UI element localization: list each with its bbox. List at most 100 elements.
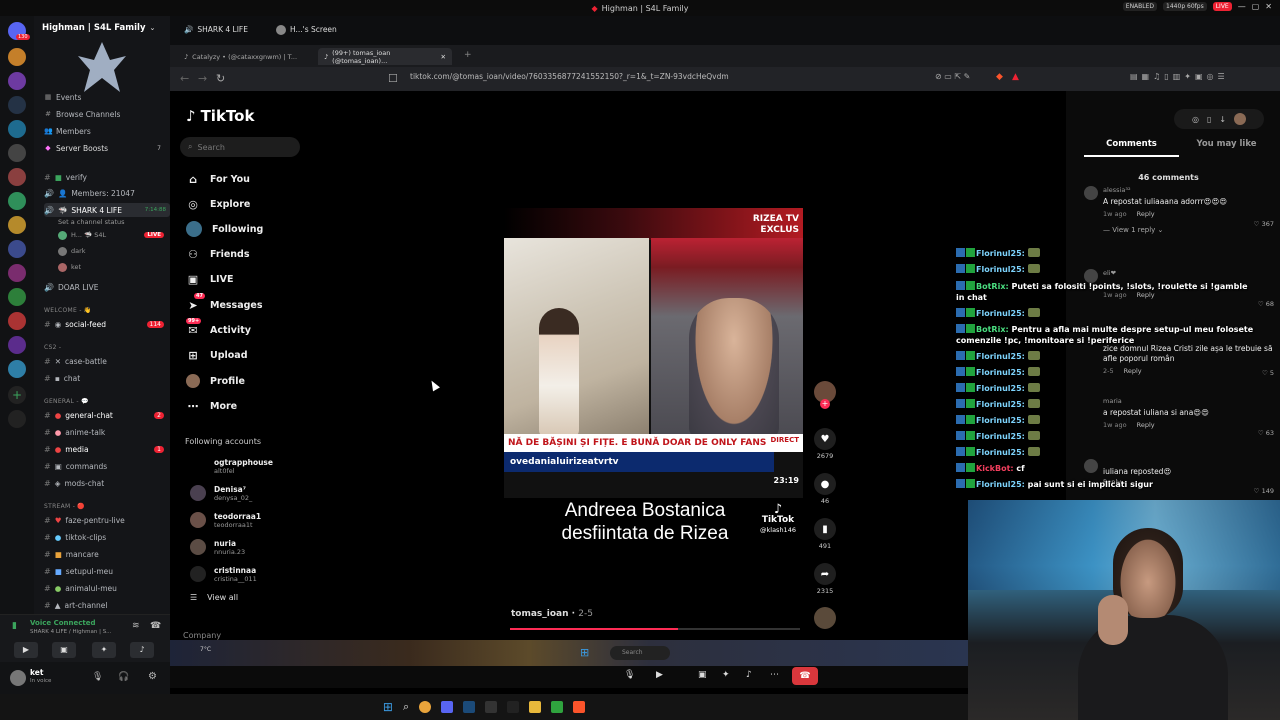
forward-icon[interactable]: → [198, 72, 207, 85]
following-account[interactable]: Denisa⁷ denysa_02_ [190, 480, 252, 506]
chat-username[interactable]: Florinul25: [976, 432, 1028, 441]
channel-mancare[interactable]: # ■ mancare [44, 547, 99, 561]
sidebar-item-browse-channels[interactable]: # Browse Channels [44, 107, 120, 121]
microphone-icon[interactable]: 🎙 [92, 672, 103, 682]
comment-likes[interactable]: ♡ 63 [1258, 429, 1274, 437]
tab-screen-share[interactable]: H...'s Screen [270, 21, 343, 38]
camera-icon[interactable]: ▶ [14, 642, 38, 658]
category-cs2[interactable]: CS2 - [44, 340, 61, 354]
channel-members-count[interactable]: 🔊 👤 Members: 21047 [44, 186, 135, 200]
like-button[interactable]: ♥ 2679 [813, 428, 837, 460]
brave-shield-icon[interactable]: ◆ [996, 72, 1003, 82]
nav-upload[interactable]: ⊞ Upload [186, 345, 247, 365]
following-account[interactable]: ogtrapphouse alt0fel [190, 453, 273, 479]
chat-username[interactable]: Florinul25: [976, 480, 1028, 489]
following-account[interactable]: nuria nnuria.23 [190, 534, 245, 560]
server-icon[interactable] [8, 240, 26, 258]
channel-mods-chat[interactable]: # ◈ mods-chat [44, 476, 104, 490]
video-author[interactable]: tomas_ioan · 2-5 [511, 609, 593, 619]
url-field[interactable]: tiktok.com/@tomas_ioan/video/76033568772… [410, 72, 729, 81]
phone-icon[interactable]: ▯ [1207, 115, 1211, 124]
camera-off-icon[interactable]: ▶ [656, 670, 663, 680]
server-icon[interactable] [8, 264, 26, 282]
voice-user[interactable]: H... 🦈 S4L LIVE [58, 228, 170, 242]
nav-activity[interactable]: ✉ 99+ Activity [186, 318, 251, 340]
chat-username[interactable]: KickBot: [976, 464, 1016, 473]
tab-you-may-like[interactable]: You may like [1179, 139, 1274, 157]
nav-following[interactable]: Following [186, 219, 263, 239]
browser-tab-active[interactable]: ♪ (99+) tomas_ioan (@tomas_ioan)... ✕ [318, 48, 452, 65]
sidebar-item-events[interactable]: ▦ Events [44, 90, 82, 104]
channel-social-feed[interactable]: # ◉ social-feed 114 [44, 317, 170, 331]
noise-suppression-icon[interactable]: ≋ [132, 621, 140, 631]
folder-icon[interactable] [529, 701, 542, 713]
music-disc-button[interactable] [813, 607, 837, 629]
close-icon[interactable]: ✕ [1265, 2, 1272, 11]
server-icon[interactable] [8, 168, 26, 186]
view-all-link[interactable]: ☰ View all [190, 593, 238, 602]
chat-username[interactable]: Florinul25: [976, 249, 1028, 258]
server-icon[interactable] [8, 216, 26, 234]
author-avatar-button[interactable]: + [813, 381, 837, 409]
chat-username[interactable]: Florinul25: [976, 400, 1028, 409]
server-icon[interactable] [8, 288, 26, 306]
windows-start-icon[interactable]: ⊞ [580, 646, 589, 659]
server-icon[interactable] [8, 96, 26, 114]
channel-commands[interactable]: # ▣ commands [44, 459, 107, 473]
server-icon[interactable] [8, 72, 26, 90]
server-icon[interactable] [8, 360, 26, 378]
new-tab-icon[interactable]: + [464, 50, 472, 60]
following-account[interactable]: cristinnaa cristina__011 [190, 561, 257, 587]
more-icon[interactable]: ⋯ [770, 670, 779, 680]
extension-icon[interactable]: ⊘ ▭ ⇱ ✎ [935, 72, 970, 81]
following-account[interactable]: teodorraa1 teodorraa1t [190, 507, 261, 533]
disconnect-button[interactable]: ☎ [792, 667, 818, 685]
comment-button[interactable]: ● 46 [813, 473, 837, 505]
reply-button[interactable]: Reply [1137, 210, 1155, 218]
search-icon[interactable]: ⌕ [403, 700, 409, 714]
channel-animalul-meu[interactable]: # ● animalul-meu [44, 581, 117, 595]
nav-explore[interactable]: ◎ Explore [186, 194, 250, 214]
channel-faze[interactable]: # ♥ faze-pentru-live [44, 513, 125, 527]
activity-icon[interactable]: ✦ [92, 642, 116, 658]
chat-username[interactable]: Florinul25: [976, 384, 1028, 393]
comment-likes[interactable]: ♡ 68 [1258, 300, 1274, 308]
category-stream[interactable]: STREAM - 🔴 [44, 499, 85, 513]
capcut-icon[interactable] [507, 701, 520, 713]
xbox-icon[interactable] [551, 701, 564, 713]
steam-icon[interactable] [463, 701, 476, 713]
browser-tab[interactable]: ♪ Catalyzy • (@cataxxgnwm) | T... [178, 48, 303, 65]
server-icon[interactable] [8, 312, 26, 330]
server-header[interactable]: Highman | S4L Family ⌄ [34, 16, 170, 40]
add-server-icon[interactable]: + [8, 386, 26, 404]
nav-live[interactable]: ▣ LIVE [186, 269, 234, 289]
save-button[interactable]: ▮ 491 [813, 518, 837, 550]
chat-username[interactable]: Florinul25: [976, 416, 1028, 425]
windows-start-icon[interactable]: ⊞ [383, 700, 393, 714]
soundboard-icon[interactable]: ♪ [746, 670, 752, 680]
brave-rewards-icon[interactable]: ▲ [1012, 72, 1019, 82]
tab-comments[interactable]: Comments [1084, 139, 1179, 157]
channel-anime-talk[interactable]: # ● anime-talk [44, 425, 105, 439]
category-welcome[interactable]: WELCOME - 👋 [44, 303, 92, 317]
sidebar-item-members[interactable]: 👥 Members [44, 124, 91, 138]
server-icon[interactable] [8, 120, 26, 138]
disconnect-icon[interactable]: ☎ [150, 621, 161, 631]
nav-for-you[interactable]: ⌂ For You [186, 169, 250, 189]
comment-likes[interactable]: ♡ 149 [1254, 487, 1274, 495]
voice-user[interactable]: dark [58, 244, 86, 258]
reload-icon[interactable]: ↻ [216, 72, 225, 85]
voice-channel-doar-live[interactable]: 🔊 DOAR LIVE [44, 280, 99, 294]
microphone-icon[interactable]: 🎙 [624, 670, 635, 680]
avatar[interactable] [1234, 113, 1247, 125]
chat-username[interactable]: Florinul25: [976, 352, 1028, 361]
sidebar-item-server-boosts[interactable]: ◆ Server Boosts 7 [44, 141, 170, 155]
obs-icon[interactable] [485, 701, 498, 713]
back-icon[interactable]: ← [180, 72, 189, 85]
nav-friends[interactable]: ⚇ Friends [186, 244, 249, 264]
discord-icon[interactable] [441, 701, 454, 713]
share-button[interactable]: ➦ 2315 [813, 563, 837, 595]
gear-icon[interactable]: ⚙ [148, 671, 157, 682]
discover-icon[interactable] [8, 410, 26, 428]
soundboard-icon[interactable]: ♪ [130, 642, 154, 658]
